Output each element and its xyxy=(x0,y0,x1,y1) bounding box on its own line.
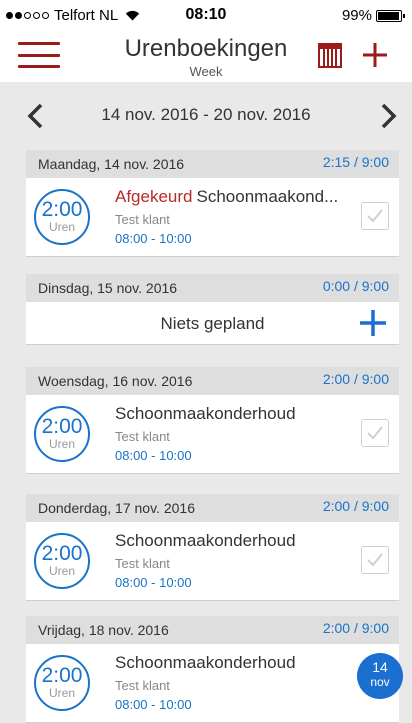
entry-time: 08:00 - 10:00 xyxy=(115,448,192,463)
status-label: Afgekeurd xyxy=(115,187,193,206)
day-name: Dinsdag, 15 nov. 2016 xyxy=(38,280,178,296)
hours-circle: 2:00 Uren xyxy=(34,189,90,245)
day-header: Donderdag, 17 nov. 2016 2:00 / 9:00 xyxy=(26,494,399,522)
time-entry-card[interactable]: 2:00 Uren Schoonmaakonderhoud Test klant… xyxy=(26,395,399,474)
page-subtitle: Week xyxy=(189,64,223,79)
badge-day: 14 xyxy=(372,659,388,675)
badge-month: nov xyxy=(370,675,390,689)
entry-title: Schoonmaakonderhoud xyxy=(115,653,296,672)
entry-title-text: Schoonmaakond... xyxy=(196,187,339,206)
hours-unit: Uren xyxy=(48,437,75,451)
entry-client: Test klant xyxy=(115,678,170,693)
day-header: Dinsdag, 15 nov. 2016 0:00 / 9:00 xyxy=(26,274,399,302)
check-icon xyxy=(367,553,383,567)
day-name: Maandag, 14 nov. 2016 xyxy=(38,156,185,172)
hours-circle: 2:00 Uren xyxy=(34,406,90,462)
day-total: 2:00 / 9:00 xyxy=(322,498,389,514)
entry-title: Schoonmaakonderhoud xyxy=(115,531,296,550)
check-icon xyxy=(367,209,383,223)
day-total: 2:15 / 9:00 xyxy=(322,154,389,170)
hours-value: 2:00 xyxy=(41,415,83,438)
battery-icon xyxy=(376,9,405,22)
day-header: Vrijdag, 18 nov. 2016 2:00 / 9:00 xyxy=(26,616,399,644)
hours-value: 2:00 xyxy=(41,542,83,565)
time-entry-card[interactable]: 2:00 Uren Afgekeurd Schoonmaakond... Test… xyxy=(26,178,399,257)
hours-value: 2:00 xyxy=(41,664,83,687)
week-range: 14 nov. 2016 - 20 nov. 2016 xyxy=(101,105,311,124)
check-icon xyxy=(367,426,383,440)
entry-title: Schoonmaakonderhoud xyxy=(115,404,296,423)
entry-time: 08:00 - 10:00 xyxy=(115,231,192,246)
add-icon[interactable] xyxy=(362,42,388,68)
hours-circle: 2:00 Uren xyxy=(34,533,90,589)
hours-value: 2:00 xyxy=(41,198,83,221)
day-name: Woensdag, 16 nov. 2016 xyxy=(38,373,193,389)
day-name: Donderdag, 17 nov. 2016 xyxy=(38,500,195,516)
entry-time: 08:00 - 10:00 xyxy=(115,575,192,590)
page-title: Urenboekingen xyxy=(124,35,288,62)
hours-circle: 2:00 Uren xyxy=(34,655,90,711)
week-navigation: 14 nov. 2016 - 20 nov. 2016 xyxy=(0,88,412,142)
entry-client: Test klant xyxy=(115,429,170,444)
time-entry-card[interactable]: 2:00 Uren Schoonmaakonderhoud Test klant… xyxy=(26,522,399,601)
calendar-icon[interactable] xyxy=(318,42,342,68)
entry-time: 08:00 - 10:00 xyxy=(115,697,192,712)
empty-day-card: Niets gepland xyxy=(26,302,399,345)
add-entry-icon[interactable] xyxy=(359,309,387,337)
day-name: Vrijdag, 18 nov. 2016 xyxy=(38,622,169,638)
status-bar: Telfort NL 08:10 99% xyxy=(0,0,412,30)
time-entry-card[interactable]: 2:00 Uren Schoonmaakonderhoud Test klant… xyxy=(26,644,399,723)
checkbox[interactable] xyxy=(361,202,389,230)
hours-unit: Uren xyxy=(48,220,75,234)
app-header: Urenboekingen Week xyxy=(0,30,412,82)
hours-unit: Uren xyxy=(48,564,75,578)
day-total: 2:00 / 9:00 xyxy=(322,371,389,387)
entry-title: Afgekeurd Schoonmaakond... xyxy=(115,187,355,207)
hours-unit: Uren xyxy=(48,686,75,700)
checkbox[interactable] xyxy=(361,419,389,447)
day-total: 2:00 / 9:00 xyxy=(322,620,389,636)
day-total: 0:00 / 9:00 xyxy=(322,278,389,294)
day-header: Maandag, 14 nov. 2016 2:15 / 9:00 xyxy=(26,150,399,178)
checkbox[interactable] xyxy=(361,546,389,574)
battery-status: 99% xyxy=(341,7,405,24)
entry-client: Test klant xyxy=(115,556,170,571)
battery-percent: 99% xyxy=(341,7,372,24)
entry-client: Test klant xyxy=(115,212,170,227)
empty-day-text: Niets gepland xyxy=(160,314,265,333)
day-header: Woensdag, 16 nov. 2016 2:00 / 9:00 xyxy=(26,367,399,395)
today-date-badge[interactable]: 14 nov xyxy=(357,653,403,699)
chevron-right-icon[interactable] xyxy=(380,103,398,129)
